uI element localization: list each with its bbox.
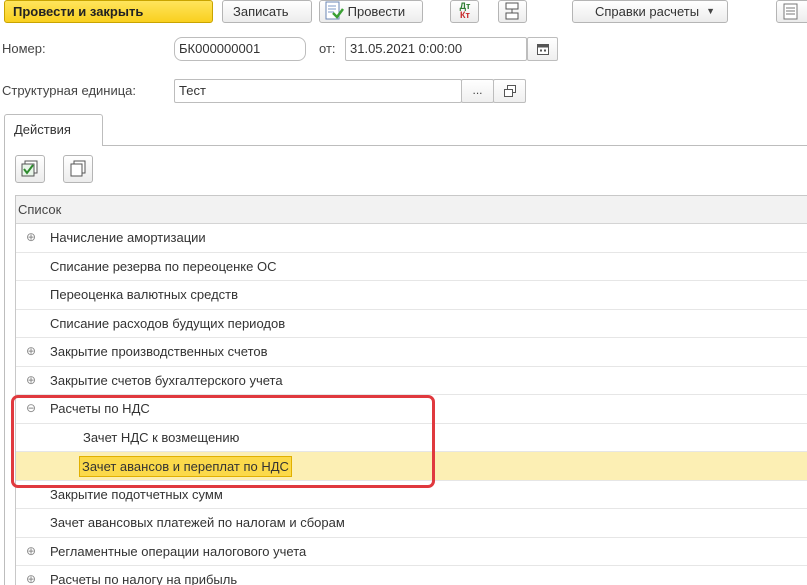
calendar-button[interactable] — [527, 37, 558, 61]
list-item[interactable]: ⊕ Закрытие производственных счетов — [16, 338, 807, 367]
post-and-close-button[interactable]: Провести и закрыть — [4, 0, 213, 23]
reports-dropdown-button[interactable]: Справки расчеты ▼ — [572, 0, 728, 23]
list-item-label: Переоценка валютных средств — [50, 287, 239, 302]
list-item[interactable]: ⊕ Регламентные операции налогового учета — [16, 538, 807, 566]
list-item-label: Списание резерва по переоценке ОС — [50, 258, 277, 274]
collapse-icon[interactable]: ⊖ — [24, 395, 38, 422]
list-item[interactable]: ⊕ Начисление амортизации — [16, 224, 807, 253]
open-button[interactable] — [493, 79, 526, 103]
expand-icon[interactable]: ⊕ — [24, 367, 38, 394]
structural-unit-field[interactable]: Тест — [174, 79, 462, 103]
expand-icon[interactable]: ⊕ — [24, 538, 38, 565]
list-item-label: Зачет авансов и переплат по НДС — [79, 456, 292, 477]
tab-actions[interactable]: Действия — [4, 114, 103, 146]
list-item-label: Зачет авансовых платежей по налогам и сб… — [50, 515, 345, 530]
open-window-icon — [503, 85, 517, 101]
list-icon — [777, 1, 807, 22]
save-button[interactable]: Записать — [222, 0, 312, 23]
save-label: Записать — [233, 4, 289, 19]
list-item-label: Списание расходов будущих периодов — [50, 315, 286, 331]
list-item-label: Расчеты по НДС — [50, 401, 150, 416]
list-item[interactable]: Зачет авансовых платежей по налогам и сб… — [16, 509, 807, 538]
list-item[interactable]: Переоценка валютных средств — [16, 281, 807, 310]
command-bar: Провести и закрыть Записать Провести Дт … — [0, 0, 807, 24]
list-item-label: Зачет НДС к возмещению — [83, 429, 240, 445]
expand-icon[interactable]: ⊕ — [24, 566, 38, 585]
kt-label: Кт — [460, 10, 470, 20]
structure-button[interactable] — [498, 0, 527, 23]
document-form: Провести и закрыть Записать Провести Дт … — [0, 0, 807, 585]
post-label: Провести — [347, 4, 406, 19]
number-field[interactable]: БК000000001 — [174, 37, 306, 61]
dt-kt-icon: Дт Кт — [454, 2, 476, 21]
dt-kt-button[interactable]: Дт Кт — [450, 0, 479, 23]
list-item[interactable]: ⊕ Расчеты по налогу на прибыль — [16, 566, 807, 585]
tab-panel-border — [4, 145, 5, 585]
reports-label: Справки расчеты — [595, 4, 700, 19]
structure-icon — [499, 1, 526, 22]
calendar-icon — [536, 44, 550, 59]
post-button[interactable]: Провести — [319, 0, 423, 23]
select-button[interactable]: ... — [461, 79, 494, 103]
expand-icon[interactable]: ⊕ — [24, 338, 38, 365]
list-item[interactable]: ⊖ Расчеты по НДС — [16, 395, 807, 424]
uncheck-all-button[interactable] — [63, 155, 93, 183]
list-item[interactable]: Закрытие подотчетных сумм — [16, 481, 807, 509]
tab-divider — [102, 145, 807, 146]
dropdown-arrow-icon: ▼ — [706, 6, 715, 16]
operations-list: Список ⊕ Начисление амортизации Списание… — [15, 195, 807, 585]
list-item[interactable]: Списание резерва по переоценке ОС — [16, 253, 807, 281]
list-header: Список — [16, 196, 807, 224]
uncheck-all-icon — [64, 160, 92, 185]
post-document-icon — [324, 1, 344, 22]
structural-unit-label: Структурная единица: — [2, 83, 137, 98]
list-item[interactable]: ⊕ Закрытие счетов бухгалтерского учета — [16, 367, 807, 395]
more-button[interactable] — [776, 0, 807, 23]
list-item-label: Закрытие подотчетных сумм — [50, 486, 223, 502]
list-item[interactable]: Списание расходов будущих периодов — [16, 310, 807, 338]
number-label: Номер: — [2, 41, 46, 56]
expand-icon[interactable]: ⊕ — [24, 224, 38, 251]
check-all-icon — [16, 160, 44, 185]
post-and-close-label: Провести и закрыть — [13, 4, 144, 19]
list-item-label: Регламентные операции налогового учета — [50, 543, 307, 559]
date-field[interactable]: 31.05.2021 0:00:00 — [345, 37, 527, 61]
list-item-selected[interactable]: Зачет авансов и переплат по НДС — [16, 452, 807, 481]
date-from-label: от: — [319, 41, 336, 56]
list-item-label: Расчеты по налогу на прибыль — [50, 572, 238, 585]
check-all-button[interactable] — [15, 155, 45, 183]
list-item-label: Начисление амортизации — [50, 230, 206, 245]
list-item-label: Закрытие производственных счетов — [50, 344, 268, 359]
list-item-label: Закрытие счетов бухгалтерского учета — [50, 372, 283, 388]
list-item[interactable]: Зачет НДС к возмещению — [16, 424, 807, 452]
